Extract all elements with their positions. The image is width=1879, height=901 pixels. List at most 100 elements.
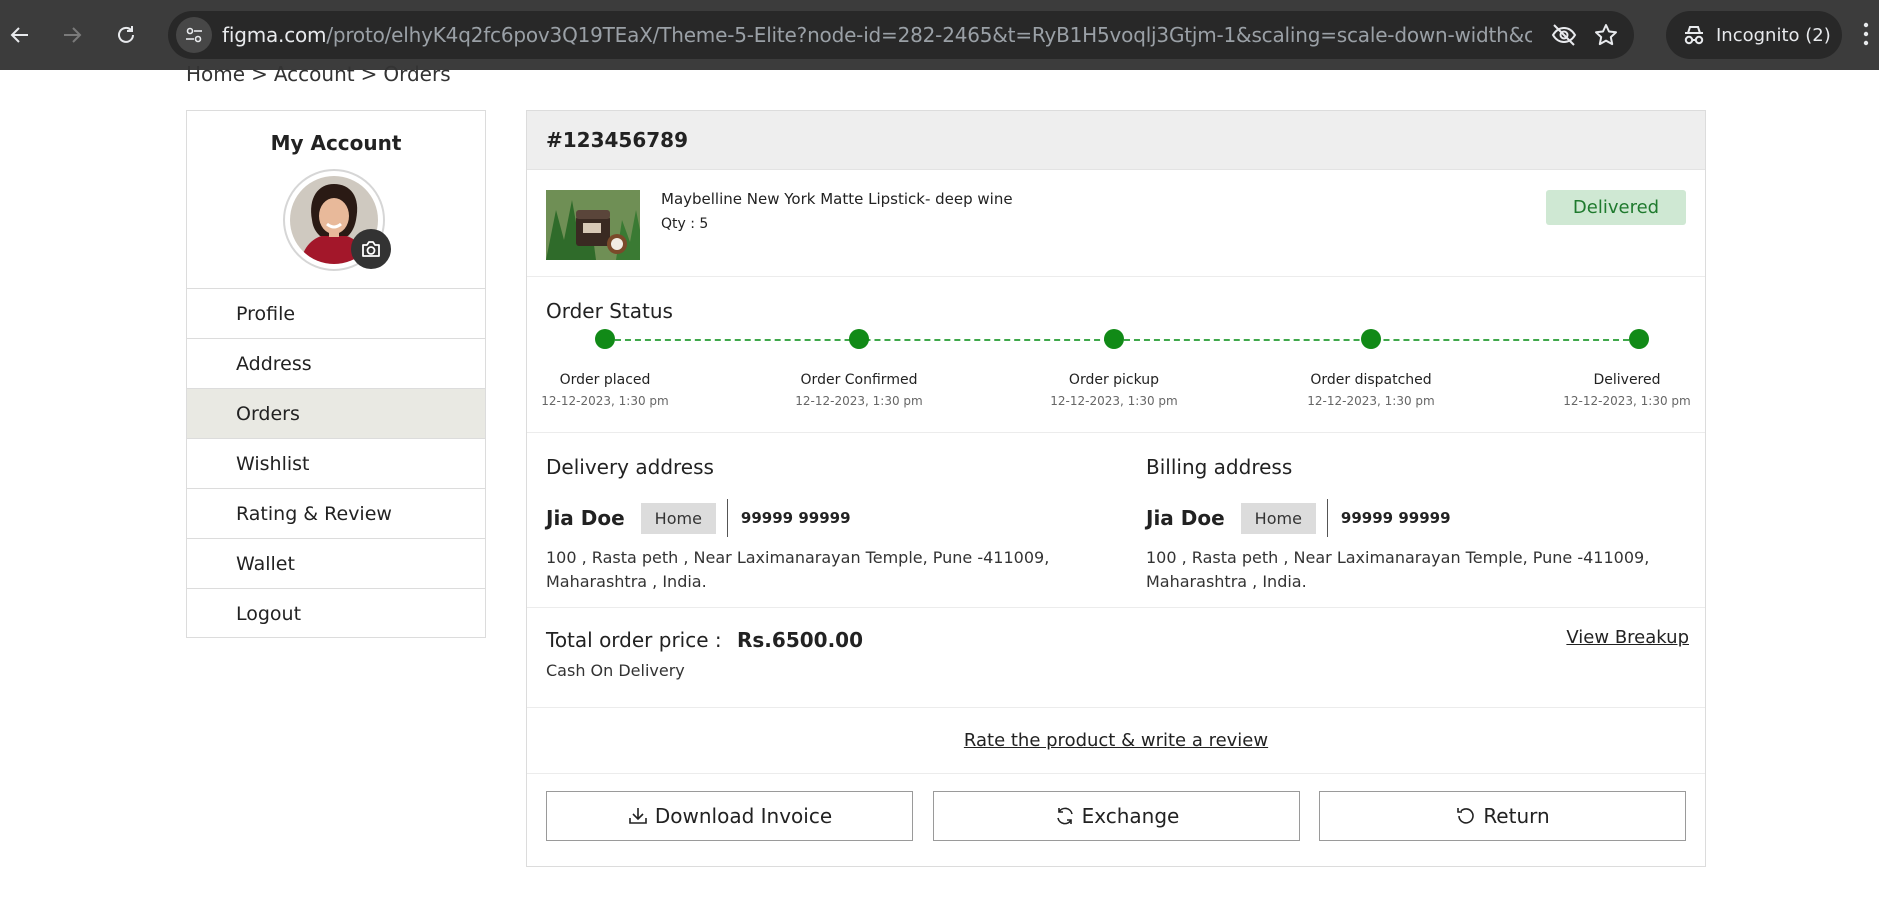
price-section: Total order price : Rs.6500.00 Cash On D… — [527, 608, 1705, 708]
account-header: My Account — [187, 111, 485, 289]
product-thumbnail[interactable] — [546, 190, 640, 260]
order-actions: Download Invoice Exchange Return — [527, 774, 1705, 864]
payment-method: Cash On Delivery — [546, 661, 685, 680]
exchange-label: Exchange — [1081, 804, 1180, 828]
arrow-left-icon — [10, 27, 28, 43]
divider — [726, 499, 728, 537]
step-label-order-confirmed: Order Confirmed — [800, 372, 918, 388]
total-price-label: Total order price : — [546, 628, 722, 652]
download-invoice-button[interactable]: Download Invoice — [546, 791, 913, 841]
step-label-order-placed: Order placed — [559, 372, 651, 388]
order-product: Maybelline New York Matte Lipstick- deep… — [527, 170, 1705, 277]
step-dot-order-confirmed — [849, 329, 869, 349]
step-label-delivered: Delivered — [1593, 372, 1661, 388]
review-section: Rate the product & write a review — [527, 708, 1705, 774]
billing-address-text: 100 , Rasta peth , Near Laximanarayan Te… — [1146, 546, 1666, 594]
step-date-order-confirmed: 12-12-2023, 1:30 pm — [795, 394, 923, 408]
sidebar-item-rating-review[interactable]: Rating & Review — [187, 489, 485, 539]
sidebar-item-logout[interactable]: Logout — [187, 589, 485, 639]
total-price-value: Rs.6500.00 — [737, 628, 863, 652]
product-quantity: Qty : 5 — [661, 216, 709, 232]
download-icon — [629, 808, 647, 824]
arrow-right-icon — [64, 27, 82, 43]
more-vertical-icon — [1863, 22, 1869, 46]
breadcrumb-separator: > — [360, 62, 378, 86]
reload-icon — [118, 26, 134, 43]
address-section: Delivery address Jia Doe Home 99999 9999… — [527, 433, 1705, 608]
change-photo-button[interactable] — [351, 229, 391, 269]
sidebar-item-profile[interactable]: Profile — [187, 289, 485, 339]
delivery-address-text: 100 , Rasta peth , Near Laximanarayan Te… — [546, 546, 1066, 594]
breadcrumb-separator: > — [251, 62, 268, 86]
delivery-address-title: Delivery address — [546, 455, 714, 479]
reload-button[interactable] — [110, 19, 142, 51]
divider — [1326, 499, 1328, 537]
order-details-panel: #123456789 Maybelline New York Matte Lip… — [526, 110, 1706, 867]
incognito-indicator[interactable]: Incognito (2) — [1666, 11, 1842, 59]
step-label-order-dispatched: Order dispatched — [1310, 372, 1432, 388]
rate-product-link[interactable]: Rate the product & write a review — [964, 730, 1268, 751]
browser-toolbar: figma.com/proto/elhyK4q2fc6pov3Q19TEaX/T… — [0, 0, 1879, 70]
url-text[interactable]: figma.com/proto/elhyK4q2fc6pov3Q19TEaX/T… — [222, 23, 1532, 47]
billing-address-title: Billing address — [1146, 455, 1293, 479]
billing-address-tag: Home — [1240, 502, 1316, 534]
incognito-label: Incognito (2) — [1716, 24, 1831, 46]
billing-address-line1: 100 , Rasta peth , Near Laximanarayan Te… — [1146, 548, 1650, 567]
address-bar[interactable]: figma.com/proto/elhyK4q2fc6pov3Q19TEaX/T… — [168, 11, 1634, 59]
status-badge: Delivered — [1546, 190, 1686, 225]
billing-phone: 99999 99999 — [1340, 509, 1451, 527]
camera-icon — [362, 241, 380, 257]
browser-menu-button[interactable] — [1862, 19, 1870, 53]
bookmark-button[interactable] — [1592, 21, 1620, 53]
breadcrumb-orders[interactable]: Orders — [383, 62, 450, 86]
delivery-address-tag: Home — [640, 502, 716, 534]
billing-name: Jia Doe — [1146, 506, 1225, 530]
billing-address: Billing address Jia Doe Home 99999 99999… — [1146, 455, 1666, 594]
step-date-order-placed: 12-12-2023, 1:30 pm — [541, 394, 669, 408]
delivery-address: Delivery address Jia Doe Home 99999 9999… — [546, 455, 1066, 594]
sidebar-item-wallet[interactable]: Wallet — [187, 539, 485, 589]
delivery-phone: 99999 99999 — [740, 509, 851, 527]
tune-icon — [186, 27, 202, 43]
step-dot-order-placed — [595, 329, 615, 349]
tracking-protection-button[interactable] — [1550, 21, 1578, 53]
order-status-tracker: Order Status Order placed 12-12-2023, 1:… — [527, 277, 1705, 433]
eye-off-icon — [1551, 24, 1577, 46]
step-dot-delivered — [1629, 329, 1649, 349]
sidebar-item-wishlist[interactable]: Wishlist — [187, 439, 485, 489]
step-date-order-dispatched: 12-12-2023, 1:30 pm — [1307, 394, 1435, 408]
exchange-button[interactable]: Exchange — [933, 791, 1300, 841]
step-dot-order-dispatched — [1361, 329, 1381, 349]
sidebar-item-orders[interactable]: Orders — [187, 389, 485, 439]
return-icon — [1457, 808, 1475, 824]
url-path: /proto/elhyK4q2fc6pov3Q19TEaX/Theme-5-El… — [326, 23, 1532, 47]
delivery-address-line2: Maharashtra , India. — [546, 572, 707, 591]
return-button[interactable]: Return — [1319, 791, 1686, 841]
account-title: My Account — [270, 131, 402, 155]
exchange-icon — [1056, 807, 1073, 825]
view-breakup-link[interactable]: View Breakup — [1566, 627, 1689, 648]
delivery-address-line1: 100 , Rasta peth , Near Laximanarayan Te… — [546, 548, 1050, 567]
step-label-order-pickup: Order pickup — [1068, 372, 1160, 388]
order-number: #123456789 — [527, 111, 1705, 170]
product-name[interactable]: Maybelline New York Matte Lipstick- deep… — [661, 190, 1013, 208]
breadcrumb: Home > Account > Orders — [186, 62, 451, 86]
incognito-icon — [1684, 26, 1704, 45]
billing-address-line2: Maharashtra , India. — [1146, 572, 1307, 591]
breadcrumb-account[interactable]: Account — [274, 62, 355, 86]
step-date-order-pickup: 12-12-2023, 1:30 pm — [1050, 394, 1178, 408]
return-label: Return — [1483, 804, 1550, 828]
step-date-delivered: 12-12-2023, 1:30 pm — [1563, 394, 1691, 408]
breadcrumb-home[interactable]: Home — [186, 62, 245, 86]
sidebar-item-address[interactable]: Address — [187, 339, 485, 389]
site-info-button[interactable] — [176, 17, 212, 53]
step-dot-order-pickup — [1104, 329, 1124, 349]
back-button[interactable] — [4, 19, 36, 51]
delivery-name: Jia Doe — [546, 506, 625, 530]
forward-button[interactable] — [56, 19, 88, 51]
order-status-title: Order Status — [546, 299, 673, 323]
star-icon — [1595, 24, 1617, 46]
url-host: figma.com — [222, 23, 327, 47]
download-invoice-label: Download Invoice — [654, 804, 833, 828]
account-sidebar: My Account Profile Address Orders Wishli… — [186, 110, 486, 638]
